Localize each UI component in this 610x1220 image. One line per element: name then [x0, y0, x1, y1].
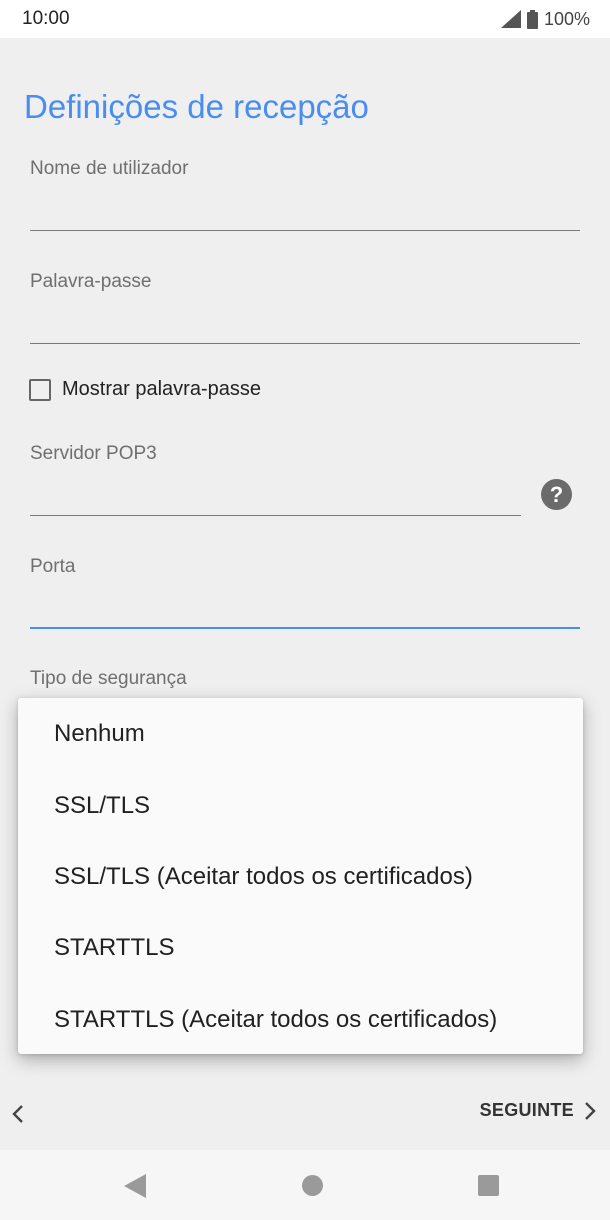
- back-icon[interactable]: [124, 1174, 146, 1198]
- security-type-menu: Nenhum SSL/TLS SSL/TLS (Aceitar todos os…: [18, 698, 583, 1054]
- chevron-left-icon[interactable]: [11, 1104, 25, 1124]
- status-time: 10:00: [22, 8, 70, 29]
- status-bar: 10:00 100%: [0, 0, 610, 38]
- menu-item-starttls[interactable]: STARTTLS: [54, 934, 174, 962]
- signal-icon: [500, 10, 521, 28]
- password-label: Palavra-passe: [30, 271, 152, 292]
- next-button[interactable]: SEGUINTE: [480, 1100, 596, 1121]
- username-input[interactable]: [30, 230, 580, 231]
- security-type-label: Tipo de segurança: [30, 668, 187, 689]
- next-button-label: SEGUINTE: [479, 1100, 574, 1120]
- battery-percentage: 100%: [543, 8, 590, 29]
- password-input[interactable]: [30, 343, 580, 344]
- menu-item-ssl-tls[interactable]: SSL/TLS: [54, 792, 150, 820]
- menu-item-ssl-tls-accept-all[interactable]: SSL/TLS (Aceitar todos os certificados): [54, 863, 473, 891]
- menu-item-none[interactable]: Nenhum: [54, 720, 145, 748]
- recent-apps-icon[interactable]: [478, 1175, 499, 1196]
- home-icon[interactable]: [302, 1175, 323, 1196]
- battery-icon: [526, 9, 538, 29]
- port-input[interactable]: [30, 627, 580, 629]
- show-password-row[interactable]: Mostrar palavra-passe: [29, 378, 261, 401]
- port-label: Porta: [30, 556, 76, 577]
- page-title: Definições de recepção: [24, 88, 369, 125]
- menu-item-starttls-accept-all[interactable]: STARTTLS (Aceitar todos os certificados): [54, 1006, 497, 1034]
- status-icons: 100%: [500, 8, 590, 30]
- help-icon[interactable]: ?: [541, 479, 572, 510]
- show-password-checkbox[interactable]: [29, 378, 51, 401]
- system-navigation-bar: [0, 1150, 610, 1220]
- username-label: Nome de utilizador: [30, 158, 189, 179]
- server-label: Servidor POP3: [30, 443, 157, 464]
- server-input[interactable]: [30, 515, 521, 516]
- show-password-label: Mostrar palavra-passe: [62, 378, 261, 400]
- wizard-navigation: SEGUINTE: [0, 1092, 610, 1136]
- chevron-right-icon: [585, 1101, 596, 1120]
